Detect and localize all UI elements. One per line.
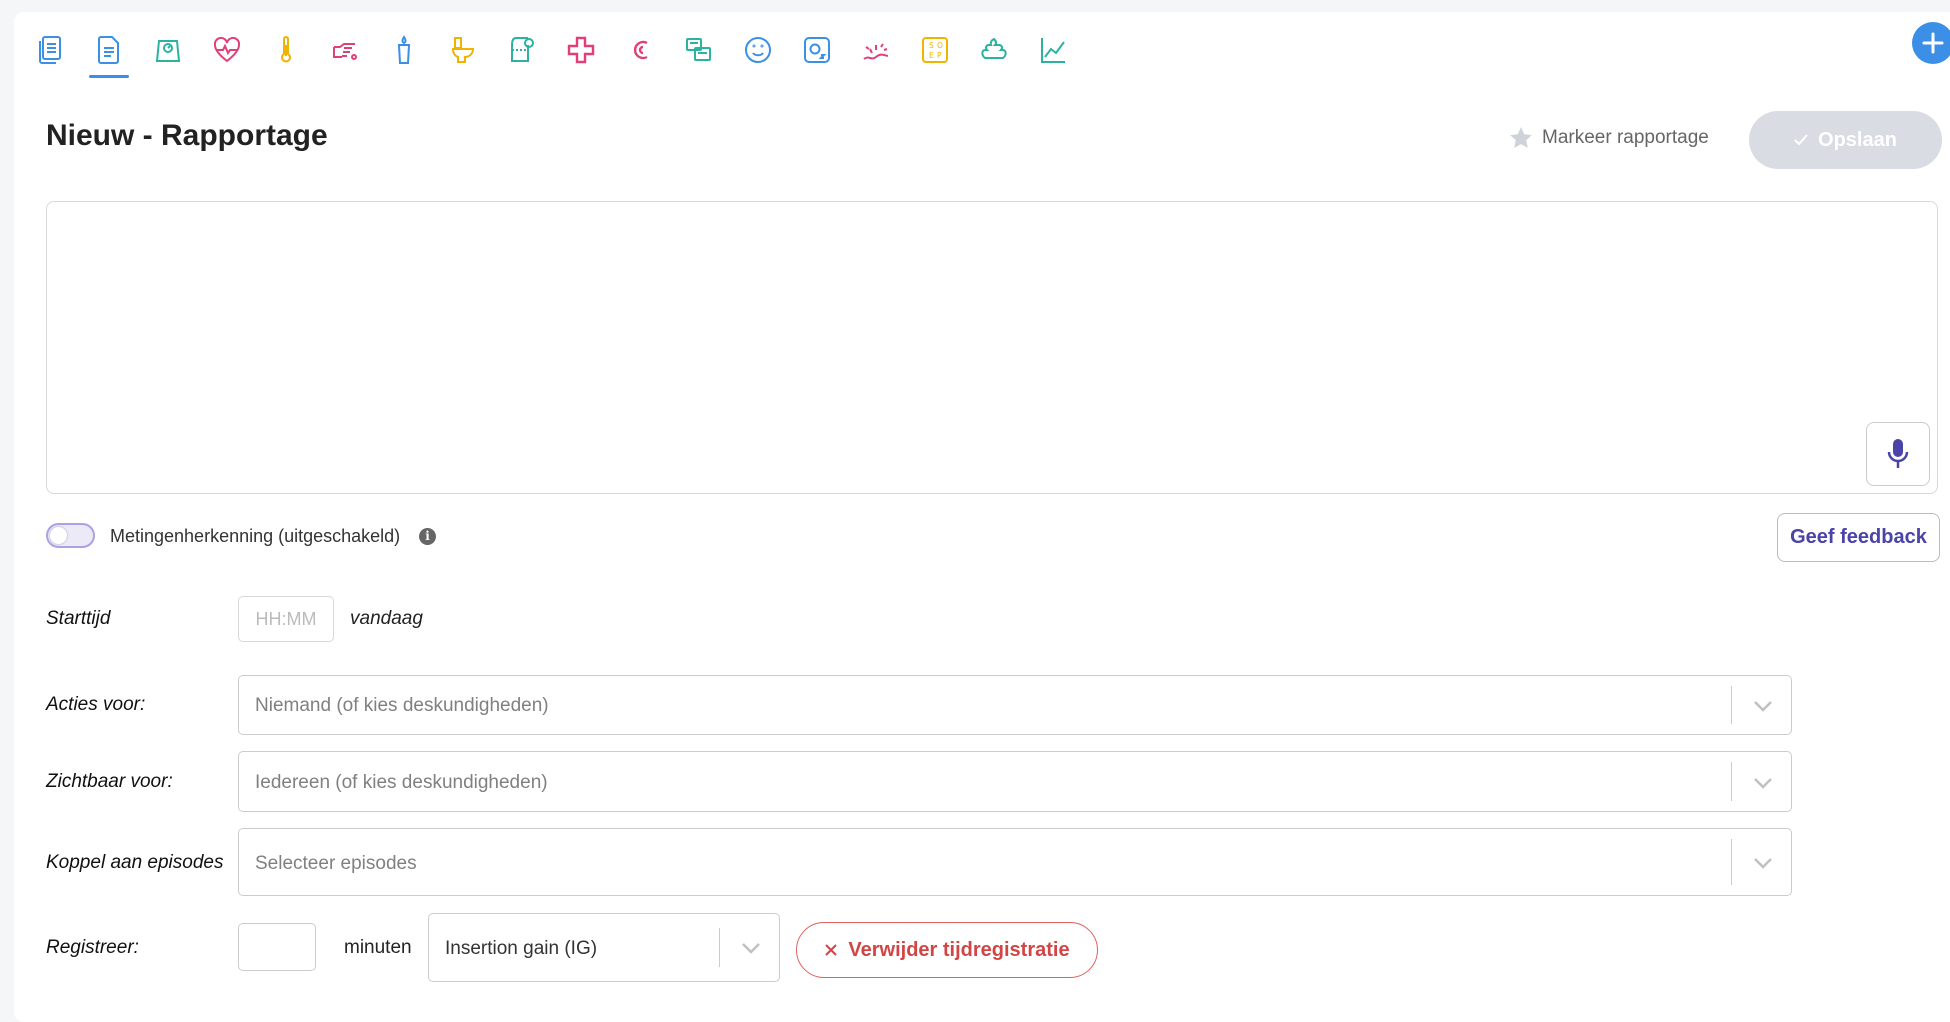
toilet-paper-icon[interactable] [500,28,544,72]
visible-for-placeholder: Iedereen (of kies deskundigheden) [255,772,548,793]
info-icon[interactable]: i [419,528,436,545]
soep-letter-p: P [937,51,942,60]
link-episodes-label: Koppel aan episodes [46,852,224,873]
medical-cross-icon[interactable] [559,28,603,72]
close-icon [825,944,838,956]
new-report-icon[interactable] [87,28,131,78]
stool-icon[interactable] [972,28,1016,72]
star-icon [1510,127,1532,148]
chevron-down-icon [1754,701,1772,712]
messages-icon[interactable] [677,28,721,72]
actions-for-select[interactable]: Niemand (of kies deskundigheden) [238,675,1792,735]
report-text-area[interactable] [46,201,1938,494]
chevron-down-icon [742,943,760,954]
start-time-label: Starttijd [46,608,111,629]
remove-time-registration-button[interactable]: Verwijder tijdregistratie [796,922,1098,978]
actions-for-placeholder: Niemand (of kies deskundigheden) [255,695,549,716]
actions-for-label: Acties voor: [46,694,146,715]
select-separator [719,928,720,967]
save-label: Opslaan [1818,128,1897,151]
measurement-recognition-label: Metingenherkenning (uitgeschakeld) [110,526,401,546]
minutes-label: minuten [344,937,412,958]
remove-time-registration-label: Verwijder tijdregistratie [848,938,1070,961]
plus-icon [1922,32,1944,54]
chart-icon[interactable] [1031,28,1075,72]
save-button[interactable]: Opslaan [1749,111,1942,169]
soep-icon[interactable]: S O E P [913,28,957,72]
mark-report-label: Markeer rapportage [1542,127,1709,148]
thermometer-icon[interactable] [264,28,308,72]
weight-scale-icon[interactable] [146,28,190,72]
toilet-icon[interactable] [441,28,485,72]
measurement-recognition-toggle[interactable] [46,523,95,548]
visible-for-label: Zichtbaar voor: [46,771,173,792]
feedback-button[interactable]: Geef feedback [1777,513,1940,562]
oxygen-icon[interactable] [795,28,839,72]
time-registration-type-value: Insertion gain (IG) [445,938,598,959]
select-separator [1731,762,1732,801]
dictation-button[interactable] [1866,422,1930,486]
fluid-intake-icon[interactable] [382,28,426,72]
hand-icon[interactable] [323,28,367,72]
smiley-icon[interactable] [736,28,780,72]
soep-letter-o: O [937,41,943,50]
link-episodes-placeholder: Selecteer episodes [255,853,417,874]
reports-list-icon[interactable] [28,28,72,72]
pain-icon[interactable] [854,28,898,72]
microphone-icon [1887,439,1909,468]
select-separator [1731,686,1732,724]
time-registration-type-select[interactable]: Insertion gain (IG) [428,913,780,982]
chevron-down-icon [1754,778,1772,789]
check-icon [1794,134,1808,146]
chevron-down-icon [1754,858,1772,869]
page-title: Nieuw - Rapportage [46,119,328,152]
select-separator [1731,839,1732,885]
soep-letter-s: S [929,41,934,50]
toggle-knob [50,527,67,544]
add-button[interactable] [1912,22,1950,64]
measurement-toolbar: S O E P [28,28,1090,78]
minutes-input[interactable] [238,923,316,971]
visible-for-select[interactable]: Iedereen (of kies deskundigheden) [238,751,1792,812]
heart-rate-icon[interactable] [205,28,249,72]
register-label: Registreer: [46,937,139,958]
start-time-input[interactable] [238,596,334,642]
soep-letter-e: E [929,51,934,60]
c-letter-icon[interactable] [618,28,662,72]
today-label: vandaag [350,608,423,629]
mark-report-button[interactable]: Markeer rapportage [1508,125,1709,151]
link-episodes-select[interactable]: Selecteer episodes [238,828,1792,896]
